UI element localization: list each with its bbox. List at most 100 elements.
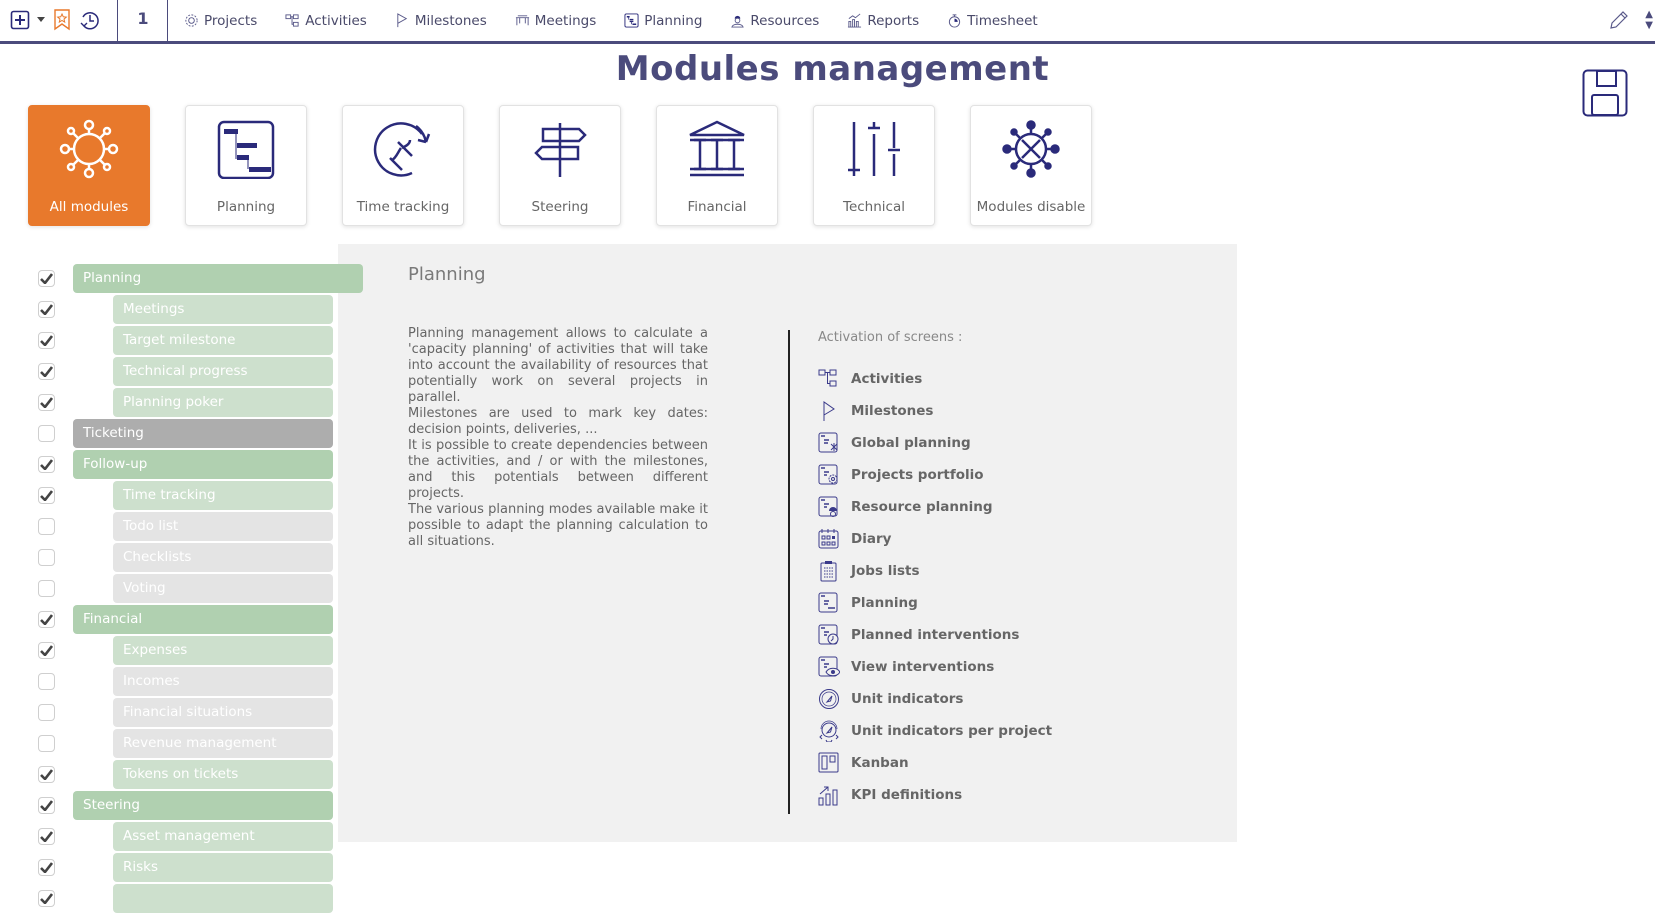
gear-icon [185, 14, 198, 27]
module-checkbox[interactable] [38, 425, 55, 442]
module-row: Planning [0, 264, 370, 293]
module-row: Voting [0, 574, 370, 603]
module-checkbox[interactable] [38, 642, 55, 659]
module-checkbox[interactable] [38, 766, 55, 783]
menu-projects[interactable]: Projects [184, 13, 257, 29]
history-icon[interactable] [78, 8, 102, 32]
module-item[interactable]: Voting [113, 574, 333, 603]
add-icon[interactable] [8, 8, 32, 32]
module-row: Tokens on tickets [0, 760, 370, 789]
menu-meetings[interactable]: Meetings [515, 13, 596, 29]
module-row: Ticketing [0, 419, 370, 448]
module-checkbox[interactable] [38, 828, 55, 845]
module-checkbox[interactable] [38, 673, 55, 690]
module-checkbox[interactable] [38, 363, 55, 380]
module-checkbox[interactable] [38, 394, 55, 411]
module-checkbox[interactable] [38, 332, 55, 349]
module-row: Checklists [0, 543, 370, 572]
module-row [0, 884, 370, 913]
menu-planning[interactable]: Planning [624, 13, 702, 29]
toolbar-quick-actions [8, 8, 102, 32]
module-checkbox[interactable] [38, 890, 55, 907]
module-item[interactable]: Asset management [113, 822, 333, 851]
module-group[interactable]: Financial [73, 605, 333, 634]
dropdown-arrow-icon[interactable] [36, 8, 46, 32]
bookmark-star-icon[interactable] [50, 8, 74, 32]
module-checkbox[interactable] [38, 270, 55, 287]
checkmark-icon [40, 831, 53, 842]
card-label: Technical [843, 199, 905, 215]
module-item[interactable]: Tokens on tickets [113, 760, 333, 789]
save-button[interactable] [1582, 69, 1628, 117]
module-group[interactable]: Steering [73, 791, 333, 820]
card-financial[interactable]: Financial [656, 105, 778, 226]
gantt-icon [624, 13, 639, 28]
module-checkbox[interactable] [38, 611, 55, 628]
module-item[interactable]: Meetings [113, 295, 333, 324]
menu-resources[interactable]: Resources [730, 13, 819, 29]
module-item[interactable]: Target milestone [113, 326, 333, 355]
module-group[interactable]: Planning [73, 264, 363, 293]
module-group[interactable]: Follow-up [73, 450, 333, 479]
screen-item-label: Planned interventions [851, 627, 1020, 643]
sort-arrows-icon[interactable]: ▲ ▼ [1645, 9, 1653, 31]
module-item[interactable]: Expenses [113, 636, 333, 665]
module-item[interactable]: Risks [113, 853, 333, 882]
menu-activities[interactable]: Activities [285, 13, 367, 29]
module-item[interactable]: Revenue management [113, 729, 333, 758]
menu-reports[interactable]: Reports [847, 13, 919, 29]
screen-item: Unit indicators per project [818, 715, 1052, 747]
module-checkbox[interactable] [38, 456, 55, 473]
module-checkbox[interactable] [38, 704, 55, 721]
item-count[interactable]: 1 [118, 9, 168, 28]
card-all-modules[interactable]: All modules [28, 105, 150, 226]
card-planning[interactable]: Planning [185, 105, 307, 226]
description-paragraph: It is possible to create dependencies be… [408, 438, 708, 501]
card-steering[interactable]: Steering [499, 105, 621, 226]
module-row: Planning poker [0, 388, 370, 417]
checkmark-icon [40, 490, 53, 501]
global-planning-icon [818, 432, 840, 454]
module-item[interactable]: Time tracking [113, 481, 333, 510]
module-row: Steering [0, 791, 370, 820]
screen-item-label: Unit indicators [851, 691, 964, 707]
module-item[interactable]: Todo list [113, 512, 333, 541]
pencil-icon[interactable] [1607, 8, 1631, 32]
module-checkbox[interactable] [38, 859, 55, 876]
module-item[interactable]: Checklists [113, 543, 333, 572]
menu-timesheet[interactable]: Timesheet [947, 13, 1038, 29]
screen-item-label: KPI definitions [851, 787, 963, 803]
module-checkbox[interactable] [38, 301, 55, 318]
screens-title: Activation of screens : [818, 330, 963, 345]
module-checkbox[interactable] [38, 518, 55, 535]
module-checkbox[interactable] [38, 735, 55, 752]
module-checkbox[interactable] [38, 797, 55, 814]
portfolio-icon [818, 464, 840, 486]
module-item[interactable] [113, 884, 333, 913]
checkmark-icon [40, 769, 53, 780]
module-checkbox[interactable] [38, 487, 55, 504]
module-item[interactable]: Incomes [113, 667, 333, 696]
card-time-tracking[interactable]: Time tracking [342, 105, 464, 226]
screen-item-label: Kanban [851, 755, 909, 771]
screen-item-label: Milestones [851, 403, 934, 419]
card-technical[interactable]: Technical [813, 105, 935, 226]
menu-reports-label: Reports [867, 12, 920, 29]
module-checkbox[interactable] [38, 549, 55, 566]
module-item[interactable]: Financial situations [113, 698, 333, 727]
module-row: Expenses [0, 636, 370, 665]
module-description: Planning management allows to calculate … [408, 326, 708, 550]
module-item[interactable]: Planning poker [113, 388, 333, 417]
menu-milestones[interactable]: Milestones [395, 13, 487, 29]
card-modules-disable[interactable]: Modules disable [970, 105, 1092, 226]
module-checkbox[interactable] [38, 580, 55, 597]
module-group[interactable]: Ticketing [73, 419, 333, 448]
menu-milestones-label: Milestones [414, 12, 487, 29]
module-item[interactable]: Technical progress [113, 357, 333, 386]
screen-item: Diary [818, 523, 1052, 555]
screens-list: Activation of screens : Activities Milest… [818, 330, 1052, 811]
screen-item-label: View interventions [851, 659, 995, 675]
card-label: Steering [531, 199, 589, 215]
menu-projects-label: Projects [204, 12, 258, 29]
module-row: Risks [0, 853, 370, 882]
